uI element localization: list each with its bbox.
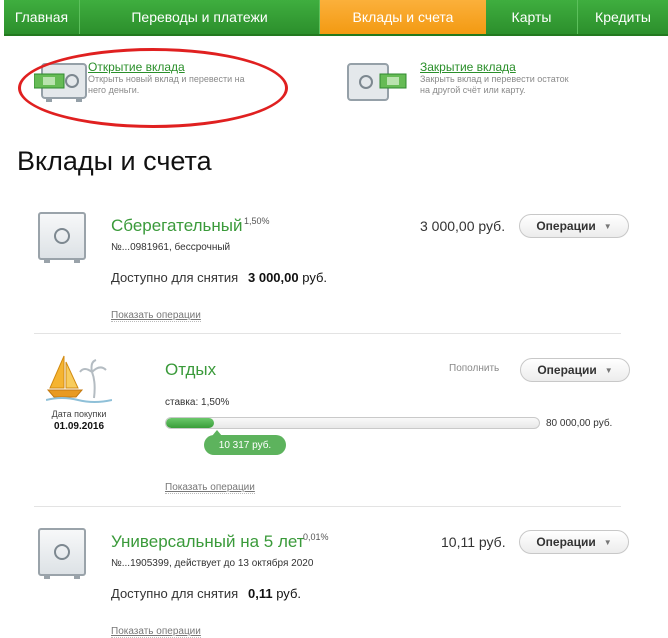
goal-progress-bar (165, 417, 540, 429)
show-operations-link[interactable]: Показать операции (165, 482, 255, 494)
chevron-down-icon: ▼ (603, 221, 612, 231)
account-name[interactable]: Универсальный на 5 лет (111, 532, 305, 552)
goal-target-amount: 80 000,00 руб. (546, 418, 613, 429)
safe-icon (38, 528, 86, 579)
goal-current-amount: 10 317 руб. (204, 430, 286, 455)
tab-main[interactable]: Главная (4, 0, 80, 34)
safe-money-out-icon (346, 60, 407, 101)
tab-credits[interactable]: Кредиты (578, 0, 668, 34)
page-title: Вклады и счета (17, 146, 212, 176)
operations-label: Операции (537, 363, 597, 377)
available-value: 3 000,00 руб. (248, 270, 328, 285)
tab-cards[interactable]: Карты (486, 0, 578, 34)
account-balance: 10,11 руб. (441, 534, 506, 550)
close-deposit-action[interactable]: Закрытие вклада Закрыть вклад и перевест… (346, 60, 580, 101)
goal-progress-fill (166, 418, 215, 428)
account-number: №...0981961, бессрочный (111, 242, 231, 253)
close-deposit-desc: Закрыть вклад и перевести остаток на дру… (420, 74, 569, 95)
sailboat-palm-icon (45, 352, 113, 404)
tab-label: Переводы и платежи (131, 9, 268, 25)
tab-transfers[interactable]: Переводы и платежи (80, 0, 320, 34)
operations-label: Операции (536, 535, 596, 549)
available-label: Доступно для снятия (111, 270, 239, 285)
operations-button[interactable]: Операции ▼ (520, 358, 630, 382)
available-label: Доступно для снятия (111, 586, 239, 601)
show-operations-link[interactable]: Показать операции (111, 310, 201, 322)
tab-label: Карты (511, 9, 552, 25)
account-rate: 0,01% (303, 532, 329, 542)
tab-label: Вклады и счета (352, 9, 454, 25)
safe-icon (38, 212, 86, 263)
divider (34, 506, 621, 507)
tab-label: Главная (14, 9, 69, 25)
account-rate: 1,50% (244, 216, 270, 226)
account-name[interactable]: Сберегательный (111, 216, 242, 236)
goal-name[interactable]: Отдых (165, 360, 216, 380)
highlight-ellipse (18, 48, 288, 128)
chevron-down-icon: ▼ (603, 537, 612, 547)
account-number: №...1905399, действует до 13 октября 202… (111, 558, 314, 569)
purchase-date-label: Дата покупки (51, 409, 107, 419)
account-balance: 3 000,00 руб. (420, 218, 506, 234)
chevron-down-icon: ▼ (604, 365, 613, 375)
divider (34, 333, 621, 334)
operations-button[interactable]: Операции ▼ (519, 530, 629, 554)
topup-link[interactable]: Пополнить (449, 363, 499, 374)
close-deposit-title[interactable]: Закрытие вклада (420, 60, 580, 74)
available-value: 0,11 руб. (248, 586, 302, 601)
tab-deposits[interactable]: Вклады и счета (320, 0, 486, 34)
tab-label: Кредиты (595, 9, 651, 25)
top-nav: Главная Переводы и платежи Вклады и счет… (4, 0, 668, 36)
operations-button[interactable]: Операции ▼ (519, 214, 629, 238)
show-operations-link[interactable]: Показать операции (111, 626, 201, 638)
goal-rate: ставка: 1,50% (165, 397, 230, 408)
operations-label: Операции (536, 219, 596, 233)
purchase-date: 01.09.2016 (53, 421, 105, 432)
